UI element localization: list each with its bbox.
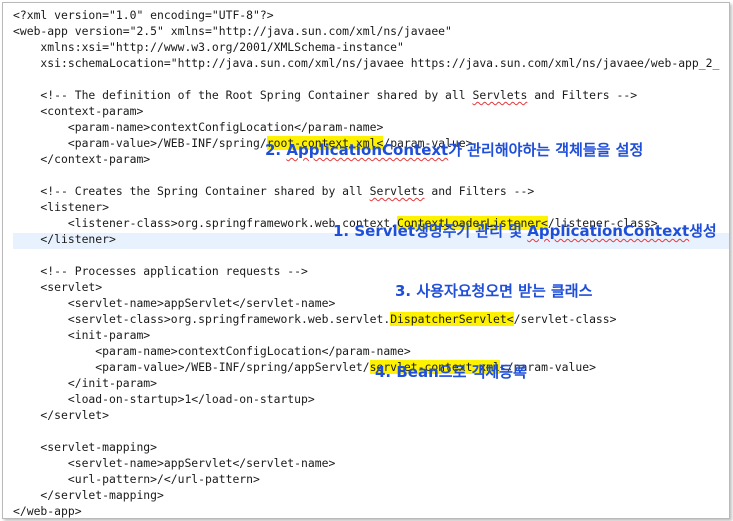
xml-editor-screenshot: <?xml version="1.0" encoding="UTF-8"?> <…: [2, 2, 730, 519]
code-line: <servlet-mapping>: [13, 440, 158, 454]
code-line: <servlet-name>appServlet</servlet-name>: [13, 456, 336, 470]
code-line: </servlet-mapping>: [13, 488, 164, 502]
annotation-3-request-class: 3. 사용자요청오면 받는 클래스: [395, 282, 593, 300]
code-line: <init-param>: [13, 328, 151, 342]
code-line: <servlet>: [13, 280, 103, 294]
code-line: xmlns:xsi="http://www.w3.org/2001/XMLSch…: [13, 40, 404, 54]
code-line: </servlet>: [13, 408, 110, 422]
annotation-1-servlet-lifecycle: 1. Servlet생명주기 관리 및 ApplicationContext생성: [333, 222, 717, 240]
code-line: <?xml version="1.0" encoding="UTF-8"?>: [13, 8, 274, 22]
annotation-4-bean-register: 4. Bean으로 객체등록: [375, 363, 527, 381]
highlight-dispatcher-servlet: DispatcherServlet<: [390, 312, 514, 326]
code-line: <url-pattern>/</url-pattern>: [13, 472, 260, 486]
code-line: <param-name>contextConfigLocation</param…: [13, 344, 411, 358]
spelling-squiggle: Servlets: [369, 184, 425, 198]
spelling-squiggle: Servlets: [472, 88, 528, 102]
code-line: <load-on-startup>1</load-on-startup>: [13, 392, 315, 406]
annotation-2-application-context: 2. ApplicationContext가 관리해야하는 객체들을 설정: [265, 141, 644, 159]
code-line: </listener>: [13, 232, 116, 246]
spelling-squiggle: ApplicationContext: [527, 222, 690, 240]
code-line: <web-app version="2.5" xmlns="http://jav…: [13, 24, 452, 38]
code-line: <servlet-name>appServlet</servlet-name>: [13, 296, 336, 310]
code-line: <param-name>contextConfigLocation</param…: [13, 120, 384, 134]
code-line: xsi:schemaLocation="http://java.sun.com/…: [13, 56, 720, 70]
code-line: <!-- The definition of the Root Spring C…: [13, 88, 638, 102]
code-line: <servlet-class>org.springframework.web.s…: [13, 312, 617, 326]
spelling-squiggle: ApplicationContext: [286, 141, 449, 159]
code-line: </context-param>: [13, 152, 151, 166]
code-line: <!-- Creates the Spring Container shared…: [13, 184, 535, 198]
code-line: <listener>: [13, 200, 110, 214]
code-line: <context-param>: [13, 104, 144, 118]
code-line: </init-param>: [13, 376, 158, 390]
code-line: </web-app>: [13, 504, 82, 518]
code-line: <!-- Processes application requests -->: [13, 264, 308, 278]
